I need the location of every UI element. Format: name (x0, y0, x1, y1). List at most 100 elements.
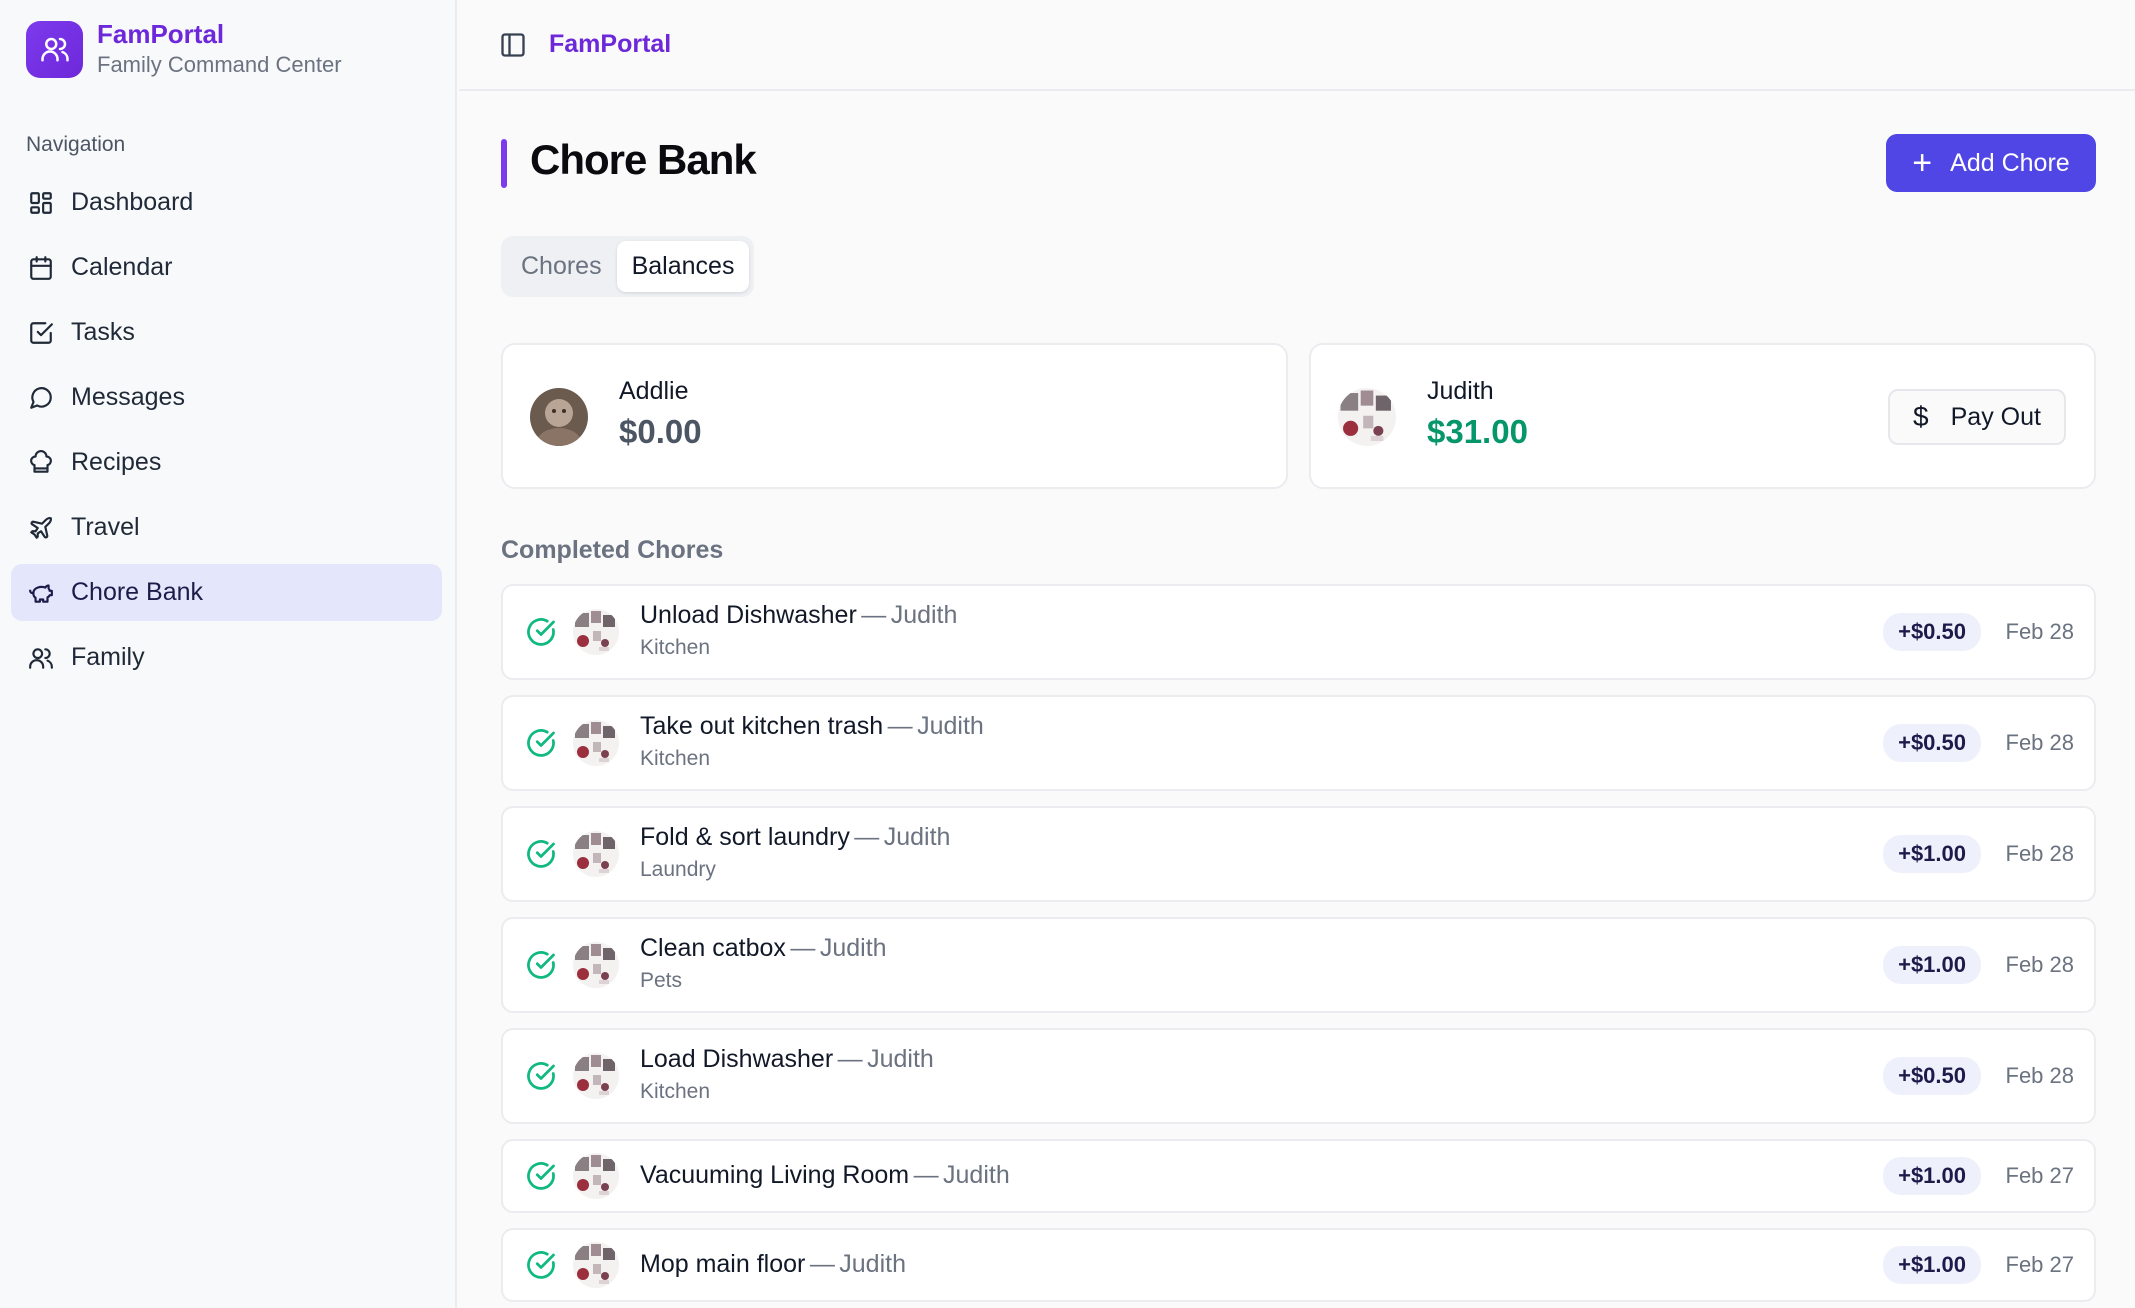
chore-person: Judith (819, 934, 887, 962)
balance-name: Judith (1427, 377, 1494, 405)
list-item[interactable]: Take out kitchen trash — Judith Kitchen … (501, 695, 2096, 791)
amount-badge: +$1.00 (1883, 1246, 1981, 1284)
check-circle-icon (527, 729, 555, 757)
list-item[interactable]: Load Dishwasher — Judith Kitchen +$0.50 … (501, 1028, 2096, 1124)
chore-person: Judith (917, 712, 984, 740)
balance-amount: $31.00 (1427, 413, 1528, 450)
chore-person: Judith (839, 1250, 906, 1278)
chore-date: Feb 28 (2005, 1063, 2075, 1088)
chore-person: Judith (943, 1161, 1010, 1189)
sidebar: FamPortal Family Command Center Navigati… (0, 0, 457, 1308)
completed-chores-list: Unload Dishwasher — Judith Kitchen +$0.5… (501, 584, 2096, 1308)
chore-separator: — (809, 1250, 835, 1278)
list-item[interactable]: Vacuuming Living Room — Judith +$1.00 Fe… (501, 1139, 2096, 1213)
chore-separator: — (887, 712, 913, 740)
tab-balances[interactable]: Balances (616, 241, 750, 292)
chore-text: Fold & sort laundry — Judith Laundry (640, 823, 950, 882)
chore-date: Feb 27 (2005, 1252, 2075, 1277)
message-icon (27, 384, 55, 412)
list-item[interactable]: Mop main floor — Judith +$1.00 Feb 27 (501, 1228, 2096, 1302)
avatar (1338, 388, 1396, 446)
chore-date: Feb 28 (2005, 730, 2075, 755)
list-item[interactable]: Unload Dishwasher — Judith Kitchen +$0.5… (501, 584, 2096, 680)
users-icon (26, 20, 83, 78)
amount-badge: +$1.00 (1883, 835, 1981, 873)
avatar (573, 720, 619, 766)
avatar (573, 1053, 619, 1099)
sidebar-item-tasks[interactable]: Tasks (11, 304, 442, 361)
tab-list: Chores Balances (501, 236, 755, 297)
balance-name: Addlie (619, 377, 689, 405)
list-item[interactable]: Fold & sort laundry — Judith Laundry +$1… (501, 806, 2096, 902)
sidebar-toggle-icon[interactable] (497, 29, 529, 61)
brand-name: FamPortal (97, 19, 225, 49)
sidebar-item-travel[interactable]: Travel (11, 499, 442, 556)
chore-date: Feb 27 (2005, 1163, 2075, 1188)
topbar: FamPortal (459, 0, 2135, 91)
check-circle-icon (527, 1251, 555, 1279)
chore-category: Kitchen (640, 747, 711, 770)
chore-person: Judith (867, 1045, 934, 1073)
list-item[interactable]: Clean catbox — Judith Pets +$1.00 Feb 28 (501, 917, 2096, 1013)
amount-badge: +$0.50 (1883, 1057, 1981, 1095)
users-icon (27, 644, 55, 672)
chore-name: Load Dishwasher (640, 1045, 834, 1073)
dollar-icon: $ (1913, 401, 1929, 432)
sidebar-item-chore-bank[interactable]: Chore Bank (11, 564, 442, 621)
chore-separator: — (854, 823, 880, 851)
sidebar-item-label: Calendar (71, 253, 173, 281)
balances-section: Addlie $0.00 Judith $31.00 $ Pay Out (501, 343, 2096, 489)
chore-date: Feb 28 (2005, 619, 2075, 644)
chore-separator: — (861, 601, 887, 629)
sidebar-item-calendar[interactable]: Calendar (11, 239, 442, 296)
amount-badge: +$0.50 (1883, 724, 1981, 762)
check-square-icon (27, 319, 55, 347)
plus-icon: + (1912, 144, 1933, 182)
chore-category: Kitchen (640, 1080, 711, 1103)
sidebar-item-label: Family (71, 643, 145, 671)
check-circle-icon (527, 951, 555, 979)
chore-text: Vacuuming Living Room — Judith (640, 1161, 1010, 1190)
chore-text: Take out kitchen trash — Judith Kitchen (640, 712, 984, 771)
chore-separator: — (790, 934, 816, 962)
sidebar-item-family[interactable]: Family (11, 629, 442, 686)
chore-category: Kitchen (640, 636, 711, 659)
nav-list: Dashboard Calendar Tasks Messages Recipe… (11, 174, 442, 694)
avatar (573, 831, 619, 877)
tab-chores[interactable]: Chores (506, 241, 617, 292)
sidebar-item-dashboard[interactable]: Dashboard (11, 174, 442, 231)
add-chore-label: Add Chore (1950, 148, 2070, 177)
topbar-title[interactable]: FamPortal (549, 30, 671, 59)
chore-text: Load Dishwasher — Judith Kitchen (640, 1045, 934, 1104)
avatar (573, 942, 619, 988)
sidebar-item-recipes[interactable]: Recipes (11, 434, 442, 491)
calendar-icon (27, 254, 55, 282)
chore-name: Unload Dishwasher (640, 601, 857, 629)
balance-card-judith: Judith $31.00 $ Pay Out (1309, 343, 2096, 489)
chore-date: Feb 28 (2005, 841, 2075, 866)
pay-out-button[interactable]: $ Pay Out (1888, 389, 2066, 445)
completed-chores-heading: Completed Chores (501, 536, 724, 564)
chore-category: Pets (640, 969, 683, 992)
chore-person: Judith (890, 601, 958, 629)
check-circle-icon (527, 1162, 555, 1190)
balance-card-addlie: Addlie $0.00 (501, 343, 1288, 489)
chore-name: Mop main floor (640, 1250, 806, 1278)
avatar (573, 1242, 619, 1288)
amount-badge: +$1.00 (1883, 946, 1981, 984)
avatar (530, 388, 588, 446)
chore-name: Clean catbox (640, 934, 786, 962)
sidebar-item-label: Messages (71, 383, 185, 411)
amount-badge: +$0.50 (1883, 613, 1981, 651)
chore-category: Laundry (640, 858, 716, 881)
check-circle-icon (527, 618, 555, 646)
sidebar-item-messages[interactable]: Messages (11, 369, 442, 426)
amount-badge: +$1.00 (1883, 1157, 1981, 1195)
sidebar-item-label: Travel (71, 513, 140, 541)
pay-out-label: Pay Out (1950, 402, 2041, 431)
chore-separator: — (913, 1161, 939, 1189)
check-circle-icon (527, 1062, 555, 1090)
add-chore-button[interactable]: + Add Chore (1886, 134, 2096, 192)
piggy-bank-icon (27, 579, 55, 607)
brand[interactable]: FamPortal Family Command Center (26, 18, 342, 80)
